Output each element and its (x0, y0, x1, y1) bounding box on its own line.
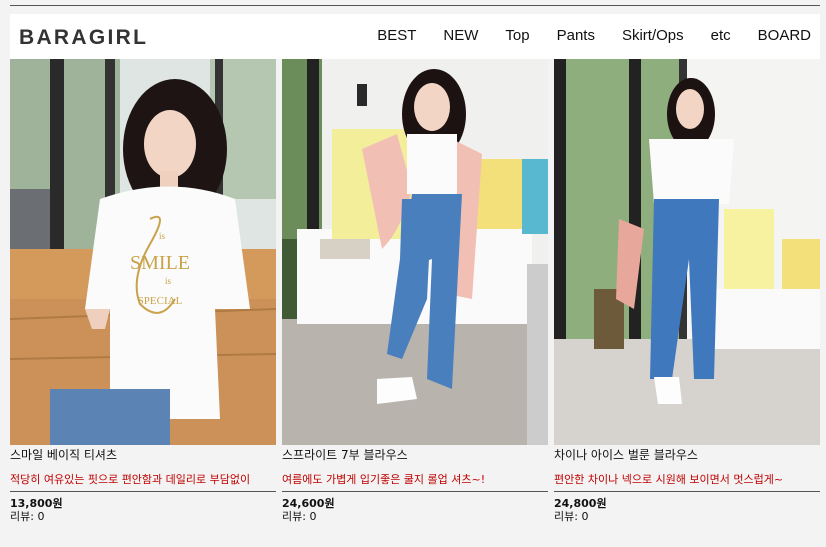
nav-top[interactable]: Top (505, 27, 529, 44)
tshirt-print-line-2: is (165, 276, 172, 286)
site-logo[interactable]: BARAGIRL (19, 26, 148, 50)
product-image[interactable] (282, 59, 548, 445)
product-price: 24,600원 (282, 497, 335, 510)
tshirt-print-line-0: SMILE (130, 252, 190, 274)
nav-board[interactable]: BOARD (758, 27, 811, 44)
product-card: 차이나 아이스 벌룬 블라우스 편안한 차이나 넥으로 시원해 보이면서 멋스럽… (554, 59, 820, 523)
tshirt-print-line-1: is (159, 231, 166, 241)
product-description: 적당히 여유있는 핏으로 편안함과 데일리로 부담없이 (10, 472, 276, 492)
product-card: is SMILE is SPECIAL 스마일 베이직 티셔츠 적당히 여유있는… (10, 59, 276, 523)
tshirt-print-line-3: SPECIAL (138, 295, 183, 307)
nav-best[interactable]: BEST (377, 27, 416, 44)
product-reviews: 리뷰: 0 (282, 510, 317, 523)
main-nav: BEST NEW Top Pants Skirt/Ops etc BOARD (377, 27, 811, 44)
top-divider (10, 5, 820, 6)
product-reviews: 리뷰: 0 (554, 510, 589, 523)
product-image[interactable] (554, 59, 820, 445)
site-header: BARAGIRL BEST NEW Top Pants Skirt/Ops et… (10, 14, 820, 59)
nav-pants[interactable]: Pants (557, 27, 595, 44)
product-name[interactable]: 스프라이트 7부 블라우스 (282, 447, 548, 466)
product-price: 13,800원 (10, 497, 63, 510)
product-price: 24,800원 (554, 497, 607, 510)
product-card: 스프라이트 7부 블라우스 여름에도 가볍게 입기좋은 쿨지 롤업 셔츠~! 2… (282, 59, 548, 523)
nav-new[interactable]: NEW (443, 27, 478, 44)
product-description: 편안한 차이나 넥으로 시원해 보이면서 멋스럽게~ (554, 472, 820, 492)
product-image[interactable]: is SMILE is SPECIAL (10, 59, 276, 445)
nav-etc[interactable]: etc (711, 27, 731, 44)
product-reviews: 리뷰: 0 (10, 510, 45, 523)
product-name[interactable]: 차이나 아이스 벌룬 블라우스 (554, 447, 820, 466)
product-name[interactable]: 스마일 베이직 티셔츠 (10, 447, 276, 466)
nav-skirt-ops[interactable]: Skirt/Ops (622, 27, 684, 44)
product-description: 여름에도 가볍게 입기좋은 쿨지 롤업 셔츠~! (282, 472, 548, 492)
